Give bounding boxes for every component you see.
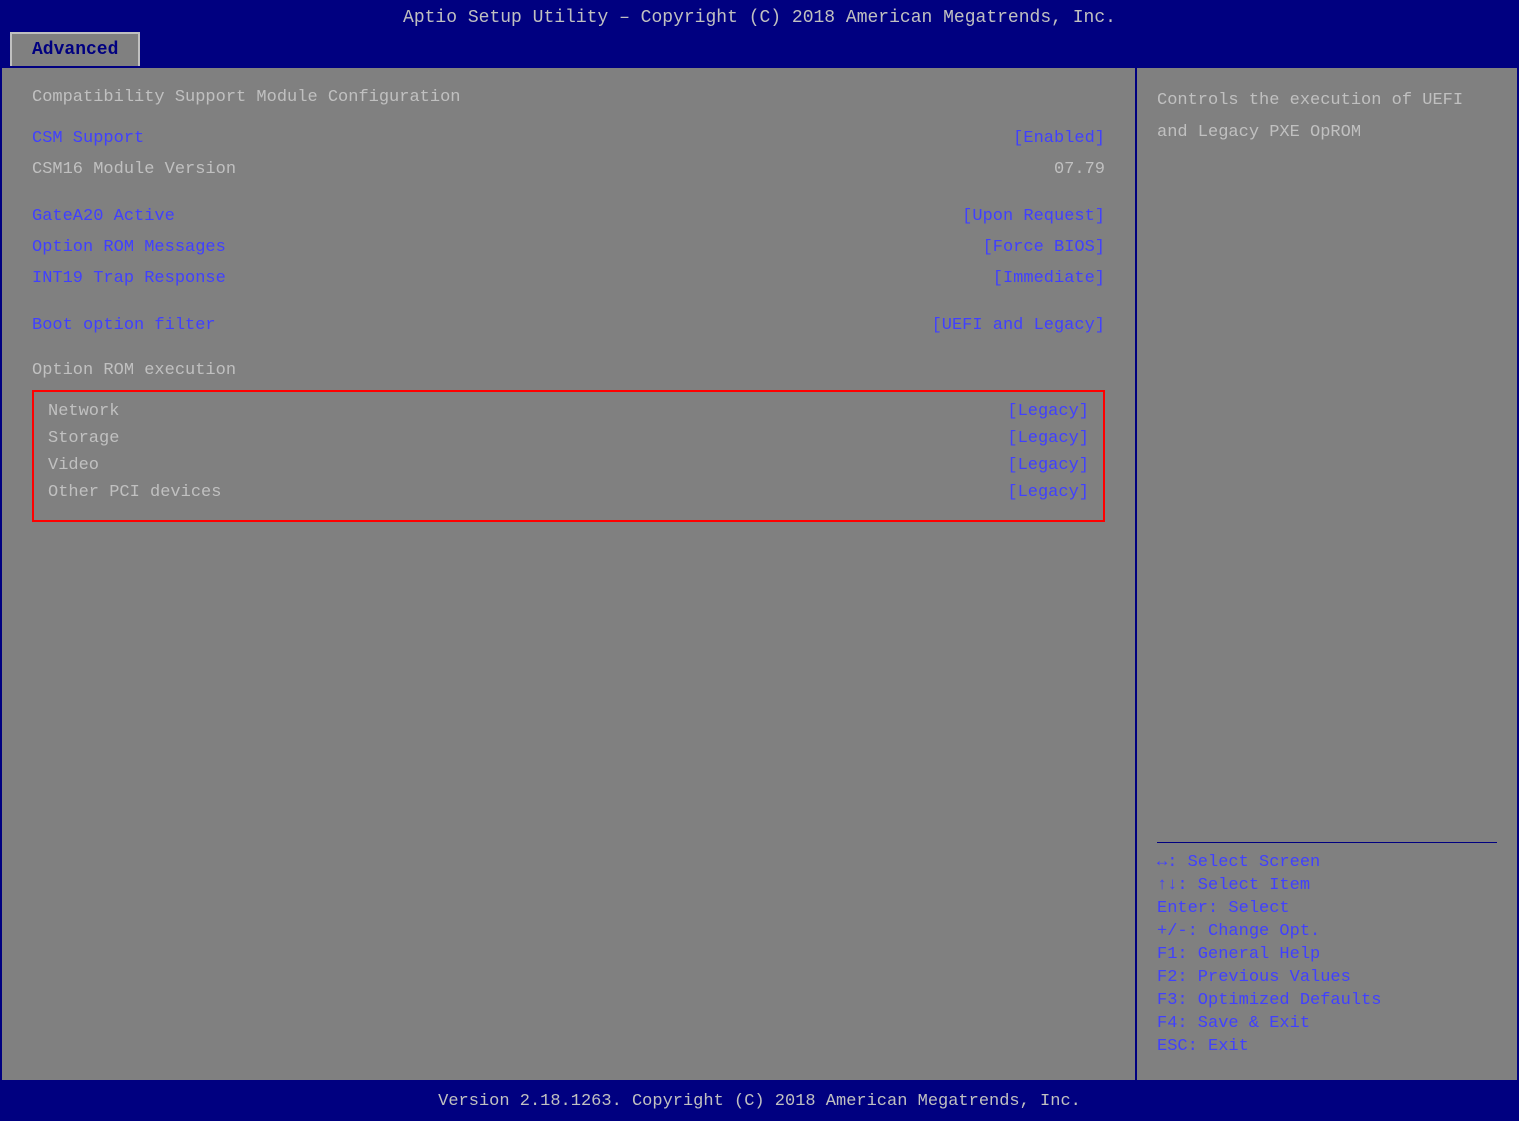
right-panel: Controls the execution of UEFI and Legac… — [1137, 68, 1517, 1080]
boot-filter-row[interactable]: Boot option filter [UEFI and Legacy] — [32, 314, 1105, 337]
int19-value: [Immediate] — [993, 269, 1105, 288]
network-row[interactable]: Network [Legacy] — [48, 402, 1089, 421]
boot-filter-label: Boot option filter — [32, 316, 216, 335]
network-value: [Legacy] — [1007, 402, 1089, 421]
option-rom-messages-value: [Force BIOS] — [983, 238, 1105, 257]
shortcut-f2: F2: Previous Values — [1157, 968, 1497, 987]
section-title: Compatibility Support Module Configurati… — [32, 88, 1105, 107]
csm16-value: 07.79 — [1054, 160, 1105, 179]
csm-support-value: [Enabled] — [1013, 129, 1105, 148]
video-label: Video — [48, 456, 99, 475]
csm-support-label: CSM Support — [32, 129, 144, 148]
storage-value: [Legacy] — [1007, 429, 1089, 448]
other-pci-value: [Legacy] — [1007, 483, 1089, 502]
option-rom-heading: Option ROM execution — [32, 361, 1105, 380]
int19-row[interactable]: INT19 Trap Response [Immediate] — [32, 267, 1105, 290]
storage-label: Storage — [48, 429, 119, 448]
option-rom-messages-row[interactable]: Option ROM Messages [Force BIOS] — [32, 236, 1105, 259]
storage-row[interactable]: Storage [Legacy] — [48, 429, 1089, 448]
help-text-container: Controls the execution of UEFI and Legac… — [1157, 88, 1497, 151]
video-row[interactable]: Video [Legacy] — [48, 456, 1089, 475]
other-pci-row[interactable]: Other PCI devices [Legacy] — [48, 483, 1089, 502]
video-value: [Legacy] — [1007, 456, 1089, 475]
option-rom-execution-box: Network [Legacy] Storage [Legacy] Video … — [32, 390, 1105, 522]
title-bar: Aptio Setup Utility – Copyright (C) 2018… — [0, 0, 1519, 28]
shortcut-enter-select: Enter: Select — [1157, 899, 1497, 918]
footer-text: Version 2.18.1263. Copyright (C) 2018 Am… — [438, 1092, 1081, 1111]
gatea20-label: GateA20 Active — [32, 207, 175, 226]
help-line-2: and Legacy PXE OpROM — [1157, 120, 1497, 146]
tab-bar: Advanced — [0, 28, 1519, 66]
csm-support-row[interactable]: CSM Support [Enabled] — [32, 127, 1105, 150]
csm16-label: CSM16 Module Version — [32, 160, 236, 179]
footer: Version 2.18.1263. Copyright (C) 2018 Am… — [0, 1082, 1519, 1121]
shortcut-select-item: ↑↓: Select Item — [1157, 876, 1497, 895]
int19-label: INT19 Trap Response — [32, 269, 226, 288]
main-content: Compatibility Support Module Configurati… — [0, 66, 1519, 1082]
shortcut-f4: F4: Save & Exit — [1157, 1014, 1497, 1033]
boot-filter-value: [UEFI and Legacy] — [932, 316, 1105, 335]
right-panel-divider — [1157, 842, 1497, 843]
shortcut-select-screen: ↔: Select Screen — [1157, 853, 1497, 872]
gatea20-value: [Upon Request] — [962, 207, 1105, 226]
bios-screen: Aptio Setup Utility – Copyright (C) 2018… — [0, 0, 1519, 1121]
option-rom-messages-label: Option ROM Messages — [32, 238, 226, 257]
title-text: Aptio Setup Utility – Copyright (C) 2018… — [403, 8, 1116, 28]
shortcut-esc: ESC: Exit — [1157, 1037, 1497, 1056]
help-line-1: Controls the execution of UEFI — [1157, 88, 1497, 114]
csm16-row: CSM16 Module Version 07.79 — [32, 158, 1105, 181]
shortcut-change-opt: +/-: Change Opt. — [1157, 922, 1497, 941]
shortcut-f1: F1: General Help — [1157, 945, 1497, 964]
gatea20-row[interactable]: GateA20 Active [Upon Request] — [32, 205, 1105, 228]
shortcuts-section: ↔: Select Screen ↑↓: Select Item Enter: … — [1157, 853, 1497, 1060]
left-panel: Compatibility Support Module Configurati… — [2, 68, 1137, 1080]
network-label: Network — [48, 402, 119, 421]
other-pci-label: Other PCI devices — [48, 483, 221, 502]
advanced-tab[interactable]: Advanced — [10, 32, 140, 66]
shortcut-f3: F3: Optimized Defaults — [1157, 991, 1497, 1010]
